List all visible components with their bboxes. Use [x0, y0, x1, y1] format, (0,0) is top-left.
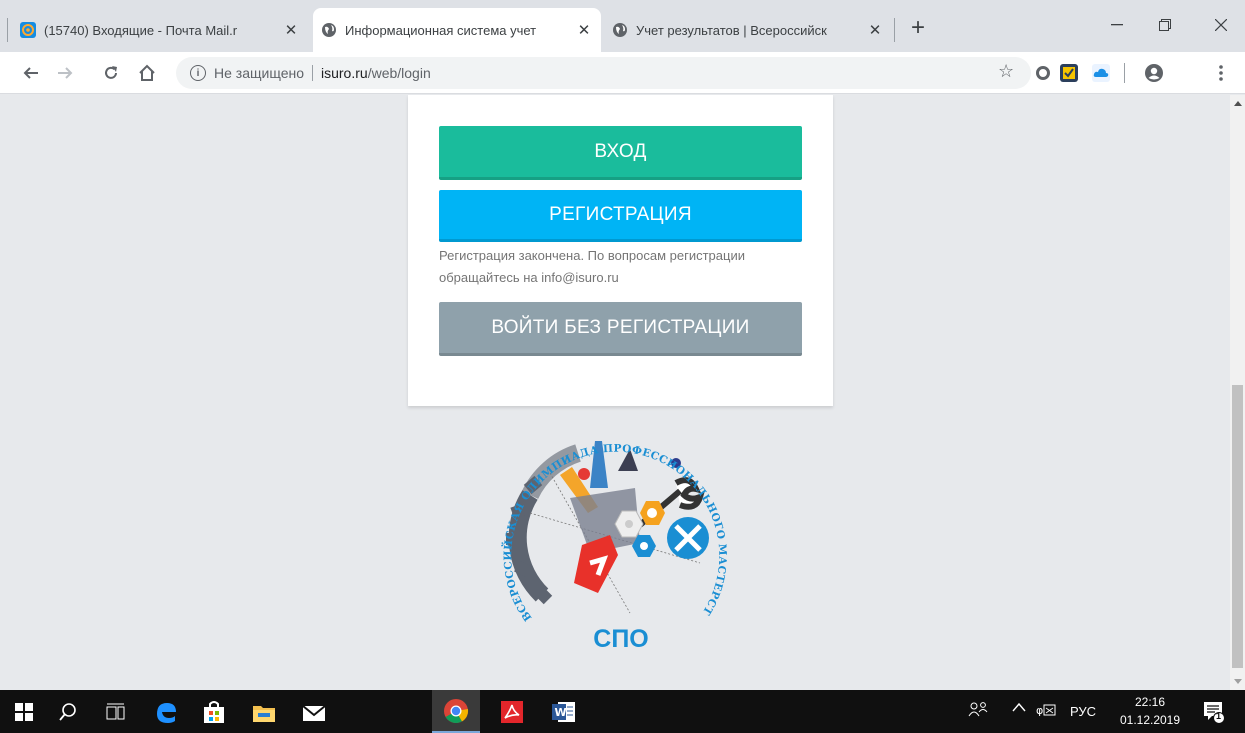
globe-icon	[321, 22, 337, 38]
registration-closed-note: Регистрация закончена. По вопросам регис…	[439, 248, 745, 285]
page-viewport: ВХОД РЕГИСТРАЦИЯ Регистрация закончена. …	[0, 95, 1245, 690]
show-hidden-icons-chevron-icon[interactable]	[1012, 701, 1026, 716]
url-path: /web/login	[367, 65, 431, 81]
page-scrollbar[interactable]	[1230, 95, 1245, 690]
keyboard-ime-icon[interactable]: φ	[1036, 702, 1056, 721]
edge-browser-icon[interactable]	[142, 690, 190, 733]
minimize-icon[interactable]	[1094, 10, 1140, 40]
tab-separator	[894, 18, 895, 42]
mail-app-icon[interactable]	[290, 690, 338, 733]
svg-text:φ: φ	[1036, 704, 1043, 717]
login-card: ВХОД РЕГИСТРАЦИЯ Регистрация закончена. …	[408, 95, 833, 406]
logo-emblem: ВСЕРОССИЙСКАЯ ОЛИМПИАДА ПРОФЕССИОНАЛЬНОГ…	[485, 404, 728, 623]
svg-text:W: W	[555, 706, 567, 719]
divider	[312, 65, 313, 81]
extension-cloud-icon[interactable]	[1092, 64, 1110, 82]
security-label: Не защищено	[214, 65, 304, 81]
system-clock[interactable]: 22:16 01.12.2019	[1112, 693, 1188, 729]
back-icon[interactable]	[18, 60, 44, 86]
profile-icon[interactable]	[1144, 63, 1164, 83]
people-icon[interactable]	[968, 700, 988, 721]
browser-toolbar: i Не защищено isuro.ru /web/login ☆	[0, 52, 1245, 94]
tab-separator	[7, 18, 8, 42]
chrome-taskbar-icon[interactable]	[432, 690, 480, 733]
reload-icon[interactable]	[98, 60, 124, 86]
scroll-down-arrow-icon[interactable]	[1234, 679, 1242, 684]
home-icon[interactable]	[134, 60, 160, 86]
search-icon[interactable]	[44, 690, 92, 733]
register-button[interactable]: РЕГИСТРАЦИЯ	[439, 190, 802, 242]
address-bar[interactable]: i Не защищено isuro.ru /web/login	[176, 57, 1031, 89]
scroll-up-arrow-icon[interactable]	[1234, 101, 1242, 106]
forward-icon[interactable]	[52, 60, 78, 86]
extension-circle-icon[interactable]	[1036, 66, 1050, 80]
info-icon[interactable]: i	[190, 65, 206, 81]
tab-title: Информационная система учет	[345, 22, 537, 38]
tab-active-isuro[interactable]: Информационная система учет ✕	[313, 8, 601, 52]
url-host: isuro.ru	[321, 65, 368, 81]
store-icon[interactable]	[190, 690, 238, 733]
tab-title: (15740) Входящие - Почта Mail.r	[44, 22, 238, 38]
olympiad-logo: ВСЕРОССИЙСКАЯ ОЛИМПИАДА ПРОФЕССИОНАЛЬНОГ…	[485, 404, 730, 663]
file-explorer-icon[interactable]	[240, 690, 288, 733]
clock-time: 22:16	[1134, 695, 1166, 709]
close-tab-icon[interactable]: ✕	[575, 21, 593, 39]
mail-icon	[20, 22, 36, 38]
bookmark-star-icon[interactable]: ☆	[998, 61, 1014, 82]
tab-title: Учет результатов | Всероссийск	[636, 22, 827, 38]
scroll-thumb[interactable]	[1232, 385, 1243, 668]
new-tab-icon[interactable]: +	[904, 14, 932, 42]
close-window-icon[interactable]	[1198, 10, 1244, 40]
enter-without-registration-button[interactable]: ВОЙТИ БЕЗ РЕГИСТРАЦИИ	[439, 302, 802, 356]
windows-taskbar: W φ РУС 22:16 01.12.2019 1	[0, 690, 1245, 733]
tab-mail[interactable]: (15740) Входящие - Почта Mail.r ✕	[12, 8, 308, 52]
close-tab-icon[interactable]: ✕	[866, 21, 884, 39]
close-tab-icon[interactable]: ✕	[282, 21, 300, 39]
action-center-icon[interactable]: 1	[1202, 700, 1226, 727]
tab-results[interactable]: Учет результатов | Всероссийск ✕	[604, 8, 892, 52]
toolbar-separator	[1124, 63, 1125, 83]
clock-date: 01.12.2019	[1119, 713, 1181, 727]
login-button[interactable]: ВХОД	[439, 126, 802, 180]
menu-dots-icon[interactable]	[1218, 64, 1228, 82]
notification-count: 1	[1216, 711, 1222, 721]
globe-icon	[612, 22, 628, 38]
windows-start-icon[interactable]	[0, 690, 48, 733]
word-icon[interactable]: W	[540, 690, 588, 733]
restore-icon[interactable]	[1142, 10, 1188, 40]
browser-tab-strip: (15740) Входящие - Почта Mail.r ✕ Информ…	[0, 0, 1245, 52]
task-view-icon[interactable]	[92, 690, 140, 733]
logo-caption: СПО	[593, 625, 649, 653]
acrobat-reader-icon[interactable]	[488, 690, 536, 733]
extension-checkmark-icon[interactable]	[1060, 64, 1078, 82]
input-language-indicator[interactable]: РУС	[1070, 704, 1096, 719]
